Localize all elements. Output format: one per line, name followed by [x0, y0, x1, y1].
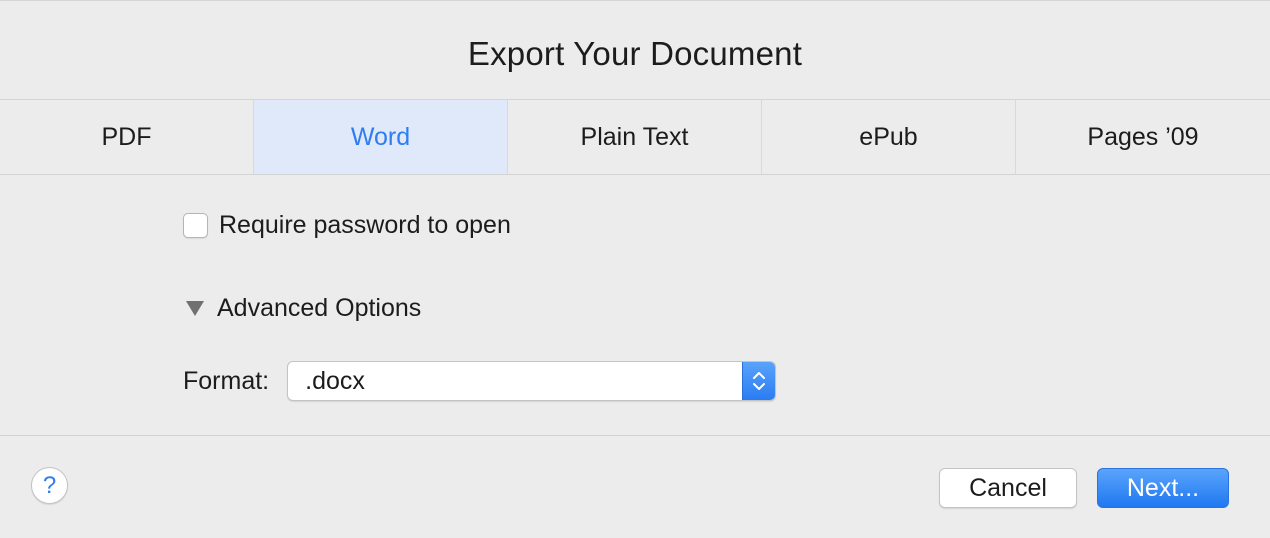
- disclosure-triangle-down-icon[interactable]: [186, 301, 204, 316]
- tab-word[interactable]: Word: [254, 100, 508, 174]
- tab-pages-09[interactable]: Pages ’09: [1016, 100, 1270, 174]
- tab-pdf[interactable]: PDF: [0, 100, 254, 174]
- help-button[interactable]: ?: [31, 467, 68, 504]
- require-password-label[interactable]: Require password to open: [219, 211, 511, 240]
- tab-plain-text[interactable]: Plain Text: [508, 100, 762, 174]
- tab-epub[interactable]: ePub: [762, 100, 1016, 174]
- advanced-options-label[interactable]: Advanced Options: [217, 294, 421, 323]
- footer-divider: [0, 435, 1270, 436]
- format-tab-bar: PDF Word Plain Text ePub Pages ’09: [0, 99, 1270, 175]
- next-button[interactable]: Next...: [1097, 468, 1229, 508]
- format-popup-button[interactable]: .docx: [287, 361, 777, 401]
- format-label: Format:: [183, 366, 270, 395]
- require-password-checkbox[interactable]: [183, 213, 208, 238]
- export-dialog: Export Your Document PDF Word Plain Text…: [0, 0, 1270, 538]
- require-password-option: Require password to open: [183, 211, 511, 240]
- question-mark-icon: ?: [42, 471, 57, 499]
- cancel-button[interactable]: Cancel: [939, 468, 1077, 508]
- format-selected-value: .docx: [305, 367, 365, 395]
- advanced-options-disclosure[interactable]: Advanced Options: [186, 294, 421, 323]
- up-down-chevron-icon: [742, 362, 776, 400]
- dialog-title: Export Your Document: [467, 35, 803, 72]
- format-row: Format: .docx: [183, 361, 777, 401]
